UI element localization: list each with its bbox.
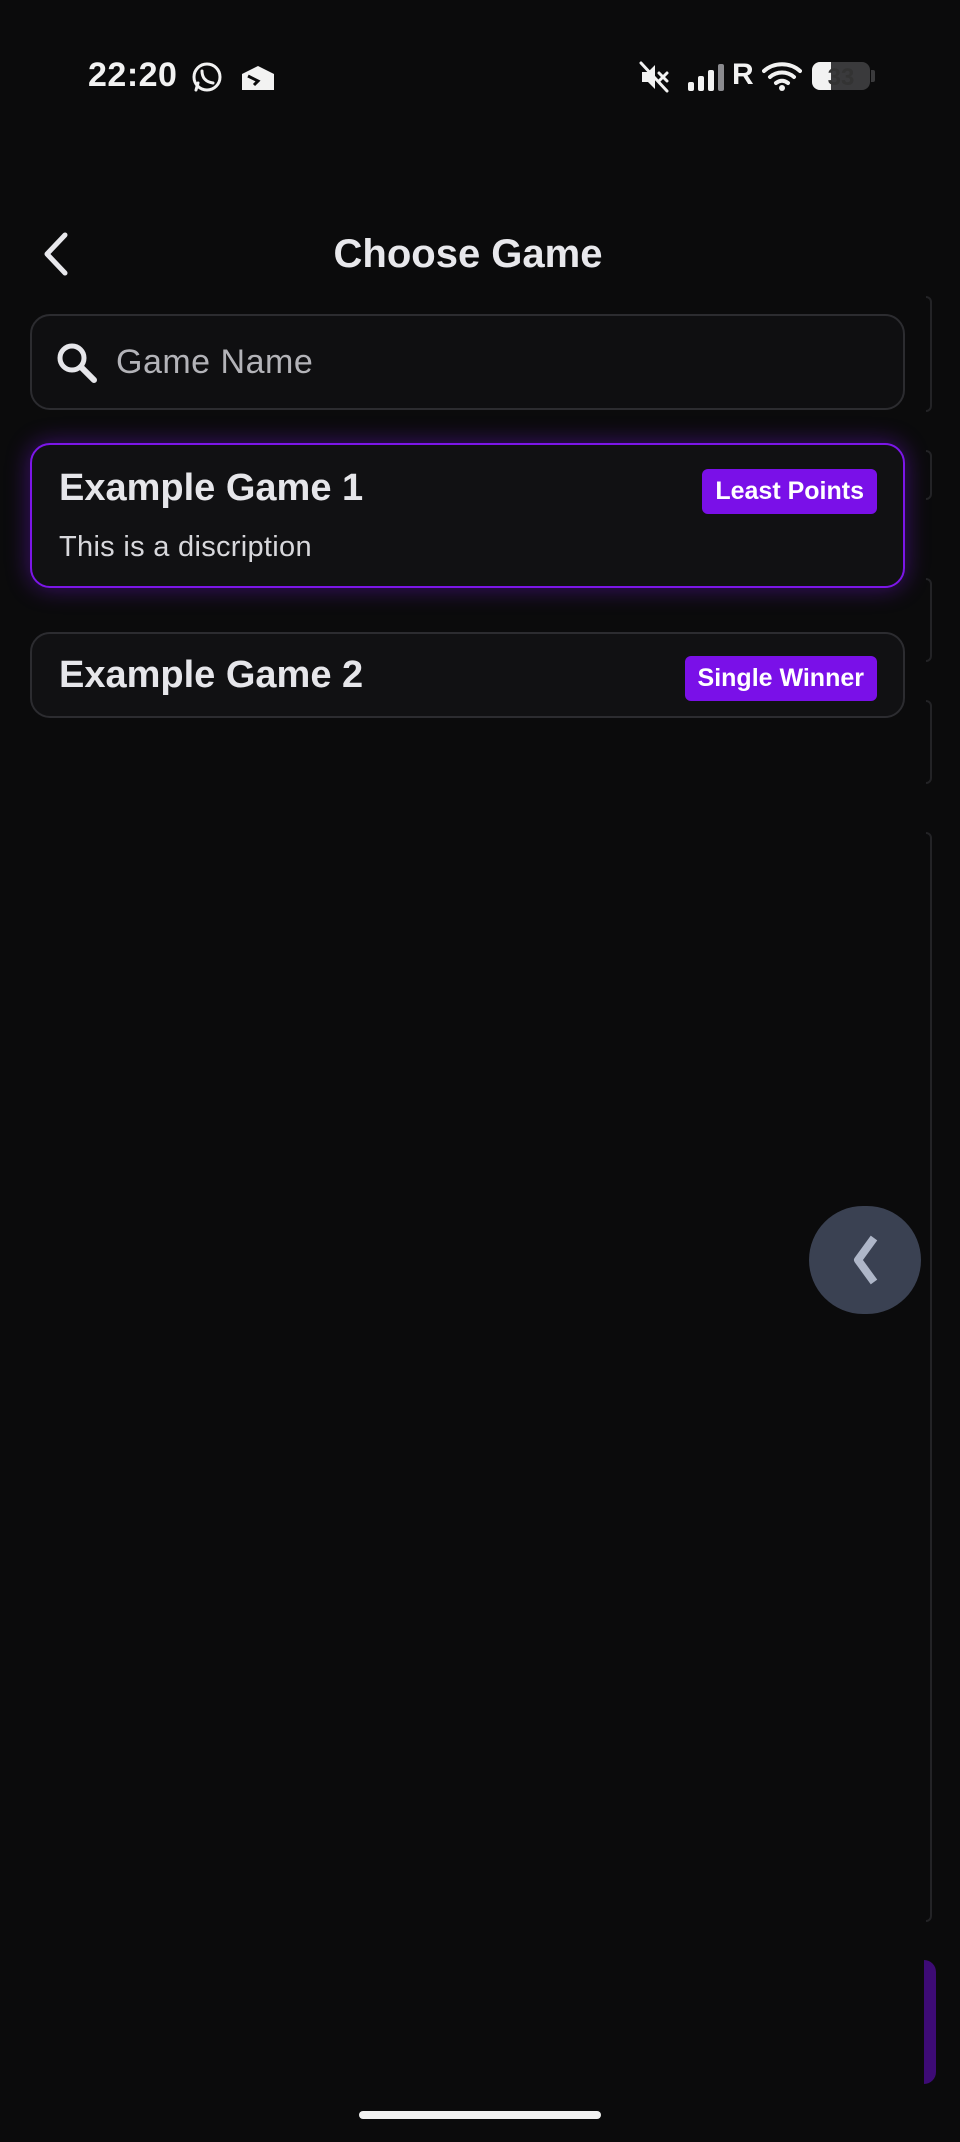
status-time: 22:20 — [88, 56, 178, 94]
side-panel-edge — [926, 832, 932, 1922]
search-bar[interactable] — [30, 314, 905, 410]
side-panel-edge — [926, 296, 932, 412]
game-type-badge: Least Points — [702, 469, 877, 514]
signal-icon — [688, 64, 724, 91]
side-panel-edge — [926, 578, 932, 662]
search-icon — [57, 343, 97, 383]
screen: 22:20 R 33 Choose Game Game Name Example… — [0, 0, 960, 2142]
home-indicator[interactable] — [359, 2111, 601, 2119]
game-name: Example Game 1 — [59, 467, 364, 509]
wifi-icon — [762, 62, 802, 91]
whatsapp-icon — [192, 62, 222, 92]
side-panel-edge — [926, 450, 932, 500]
side-panel-toggle-button[interactable] — [809, 1206, 921, 1314]
game-card[interactable]: Example Game 2 Single Winner — [30, 632, 905, 718]
page-title: Choose Game — [333, 232, 603, 276]
game-description: This is a discription — [59, 531, 312, 563]
chevron-left-icon — [854, 1235, 878, 1285]
roaming-indicator: R — [732, 58, 754, 91]
game-name: Example Game 2 — [59, 654, 364, 696]
battery-icon: 33 — [812, 62, 870, 90]
search-input[interactable] — [116, 316, 876, 408]
battery-level: 33 — [827, 64, 855, 90]
game-type-badge: Single Winner — [684, 656, 877, 701]
game-card[interactable]: Example Game 1 Least Points This is a di… — [30, 443, 905, 588]
side-panel-edge — [926, 700, 932, 784]
battery-cap — [871, 70, 875, 82]
mail-icon — [242, 66, 274, 90]
mute-icon — [639, 61, 669, 93]
side-panel-action-edge[interactable] — [924, 1960, 936, 2084]
status-bar: 22:20 R 33 — [0, 52, 960, 102]
